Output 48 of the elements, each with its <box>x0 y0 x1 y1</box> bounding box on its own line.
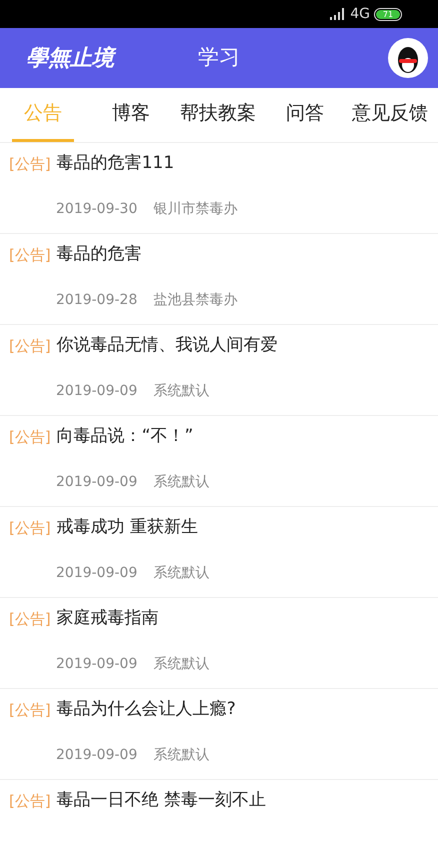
signal-icon <box>330 8 346 20</box>
post-source: 系统默认 <box>153 472 210 492</box>
post-tag: [公告] <box>9 152 51 175</box>
post-item[interactable]: [公告] 家庭戒毒指南 2019-09-09 系统默认 <box>0 598 438 689</box>
post-tag: [公告] <box>9 608 51 630</box>
post-tag: [公告] <box>9 244 51 266</box>
tab[interactable]: 意见反馈 <box>352 88 428 142</box>
post-source: 系统默认 <box>153 382 210 400</box>
post-title: 毒品的危害111 <box>56 152 174 175</box>
post-title: 毒品为什么会让人上瘾? <box>56 698 236 721</box>
battery-level: 71 <box>376 10 400 18</box>
post-date: 2019-09-09 <box>56 746 138 764</box>
post-item[interactable]: [公告] 毒品为什么会让人上瘾? 2019-09-09 系统默认 <box>0 689 438 780</box>
tab[interactable]: 问答 <box>286 88 324 142</box>
avatar-icon[interactable] <box>388 38 428 78</box>
post-date: 2019-09-28 <box>56 290 138 310</box>
post-title: 向毒品说：“不！” <box>56 425 194 448</box>
post-tag: [公告] <box>9 698 51 721</box>
post-source: 盐池县禁毒办 <box>153 290 238 310</box>
post-tag: [公告] <box>9 334 51 357</box>
post-tag: [公告] <box>9 790 51 812</box>
post-item[interactable]: [公告] 毒品的危害111 2019-09-30 银川市禁毒办 <box>0 143 438 234</box>
post-item[interactable]: [公告] 向毒品说：“不！” 2019-09-09 系统默认 <box>0 416 438 507</box>
page-title: 学习 <box>198 44 240 72</box>
post-date: 2019-09-09 <box>56 382 138 400</box>
post-source: 系统默认 <box>153 564 210 582</box>
tab[interactable]: 帮扶教案 <box>180 88 256 142</box>
post-title: 戒毒成功 重获新生 <box>56 516 198 539</box>
post-date: 2019-09-09 <box>56 472 138 492</box>
post-item[interactable]: [公告] 你说毒品无情、我说人间有爱 2019-09-09 系统默认 <box>0 325 438 416</box>
post-date: 2019-09-09 <box>56 654 138 674</box>
app-logo: 學無止境 <box>26 42 114 74</box>
post-title: 家庭戒毒指南 <box>56 607 159 630</box>
post-title: 你说毒品无情、我说人间有爱 <box>56 334 278 357</box>
post-date: 2019-09-09 <box>56 564 138 582</box>
post-title: 毒品的危害 <box>56 243 142 266</box>
post-source: 银川市禁毒办 <box>153 200 238 218</box>
post-date: 2019-09-30 <box>56 200 138 218</box>
post-item[interactable]: [公告] 毒品的危害 2019-09-28 盐池县禁毒办 <box>0 234 438 325</box>
post-item[interactable]: [公告] 毒品一日不绝 禁毒一刻不止 <box>0 780 438 844</box>
post-tag: [公告] <box>9 426 51 448</box>
tab[interactable]: 博客 <box>112 88 150 142</box>
post-tag: [公告] <box>9 516 51 539</box>
post-item[interactable]: [公告] 戒毒成功 重获新生 2019-09-09 系统默认 <box>0 507 438 598</box>
post-source: 系统默认 <box>153 654 210 674</box>
network-label: 4G <box>350 4 370 24</box>
post-title: 毒品一日不绝 禁毒一刻不止 <box>56 789 266 812</box>
post-source: 系统默认 <box>153 746 210 764</box>
